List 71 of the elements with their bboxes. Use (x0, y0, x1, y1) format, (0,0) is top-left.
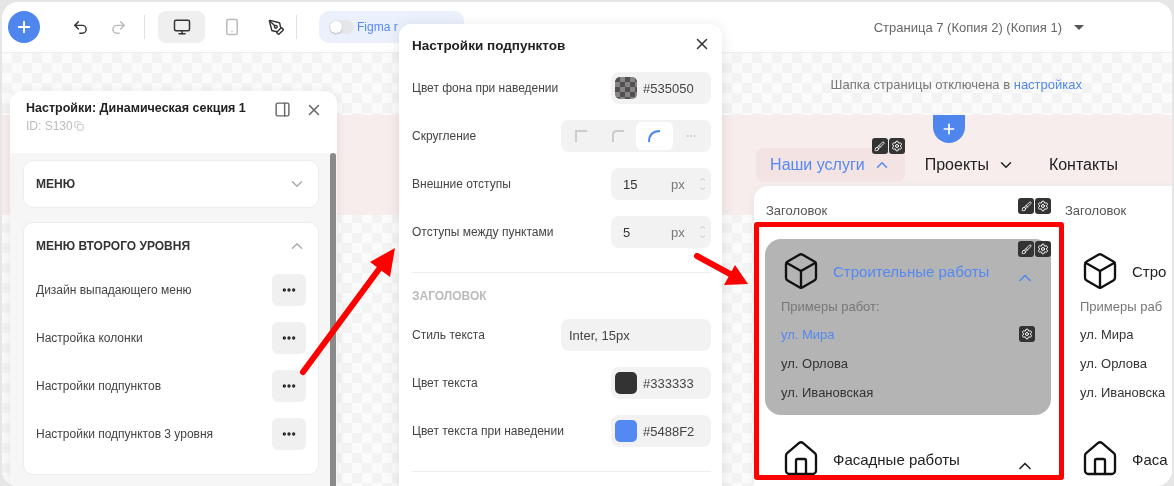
settings-icon[interactable] (888, 138, 905, 154)
sub-link[interactable]: ул. Орлова (1080, 355, 1147, 371)
add-button[interactable] (8, 11, 40, 43)
desktop-view-button[interactable] (158, 11, 205, 43)
more-button[interactable] (272, 322, 306, 354)
sub-link[interactable]: ул. Мира (1080, 326, 1134, 342)
page-selector[interactable]: Страница 7 (Копия 2) (Копия 1) (873, 19, 1084, 35)
color-field[interactable]: #333333 (611, 367, 711, 399)
color-field[interactable]: #535050 (611, 72, 711, 104)
settings-icon[interactable] (1035, 198, 1051, 214)
caret-icon (1074, 24, 1084, 30)
phone-icon (223, 18, 241, 36)
field-label: Цвет фона при наведении (412, 81, 559, 95)
section-id: ID: S130 (26, 119, 73, 133)
more-button[interactable] (272, 370, 306, 402)
more-button[interactable] (272, 274, 306, 306)
square-corner-icon (574, 129, 589, 143)
brush-icon[interactable] (1018, 241, 1034, 257)
item-title[interactable]: Фаса (1132, 450, 1172, 468)
nav-item[interactable]: Проекты (910, 148, 1029, 182)
settings-icon[interactable] (1019, 326, 1035, 342)
nav-item[interactable]: Контакты (1034, 148, 1132, 182)
toggle-switch[interactable] (329, 20, 354, 34)
field-label: Отступы между пунктами (412, 225, 554, 239)
field-label: Цвет текста при наведении (412, 424, 564, 438)
arrow (694, 253, 748, 285)
item-subtitle: Примеры работ: (781, 299, 881, 314)
section-heading: ЗАГОЛОВОК (412, 288, 488, 305)
brush-icon[interactable] (1018, 198, 1034, 214)
menu-card[interactable]: Строительные работы Примеры работ: ул. Мира ул. Орлова ул. Ивановская (765, 239, 1051, 415)
more-button[interactable] (272, 418, 306, 450)
round-corner-icon (647, 129, 662, 143)
column-heading: Заголовок (766, 202, 828, 218)
item-subtitle: Примеры раб (1080, 299, 1164, 314)
setting-label: Дизайн выпадающего меню (36, 283, 192, 297)
plus-icon (941, 121, 957, 137)
field-label: Внешние отступы (412, 177, 511, 191)
section-header[interactable]: МЕНЮ (36, 161, 306, 207)
setting-label: Настройки подпунктов (36, 379, 161, 393)
undo-icon (71, 18, 89, 36)
sub-link[interactable]: ул. Орлова (781, 355, 848, 371)
setting-label: Настройка колонки (36, 331, 143, 345)
menu-item[interactable]: Стро Примеры раб ул. Мира ул. Орлова ул. Ивановска (1064, 239, 1172, 415)
radius-option[interactable] (636, 122, 673, 150)
header-notice: Шапка страницы отключена в настройках (830, 76, 1082, 92)
section-header[interactable]: МЕНЮ ВТОРОГО УРОВНЯ (36, 223, 306, 269)
pen-icon (267, 18, 285, 36)
monitor-icon (172, 18, 191, 36)
add-section-button[interactable] (933, 115, 965, 143)
panel-icon (274, 101, 291, 118)
setting-label: Настройки подпунктов 3 уровня (36, 427, 214, 441)
font-field[interactable]: Inter, 15px (561, 319, 711, 351)
sub-link[interactable]: ул. Ивановска (1080, 384, 1166, 400)
number-field[interactable]: 15 px (611, 168, 711, 200)
rounded-corner-icon (610, 129, 625, 143)
menu-item[interactable]: Фасадные работы (765, 427, 1051, 486)
field-label: Скругление (412, 129, 477, 143)
item-title[interactable]: Стро (1132, 262, 1172, 280)
menu-item[interactable]: Фаса (1064, 427, 1172, 486)
field-label: Стиль текста (412, 328, 485, 342)
field-label: Цвет текста (412, 376, 478, 390)
brush-icon[interactable] (871, 138, 888, 154)
number-field[interactable]: 5 px (611, 216, 711, 248)
panel-title: Настройки: Динамическая секция 1 (26, 101, 246, 115)
item-title[interactable]: Фасадные работы (833, 450, 1003, 468)
settings-icon[interactable] (1035, 241, 1051, 257)
plus-icon (15, 18, 33, 36)
redo-icon (109, 18, 127, 36)
color-field[interactable]: #5488F2 (611, 415, 711, 447)
column-heading: Заголовок (1065, 202, 1127, 218)
sub-link[interactable]: ул. Ивановская (781, 384, 874, 400)
